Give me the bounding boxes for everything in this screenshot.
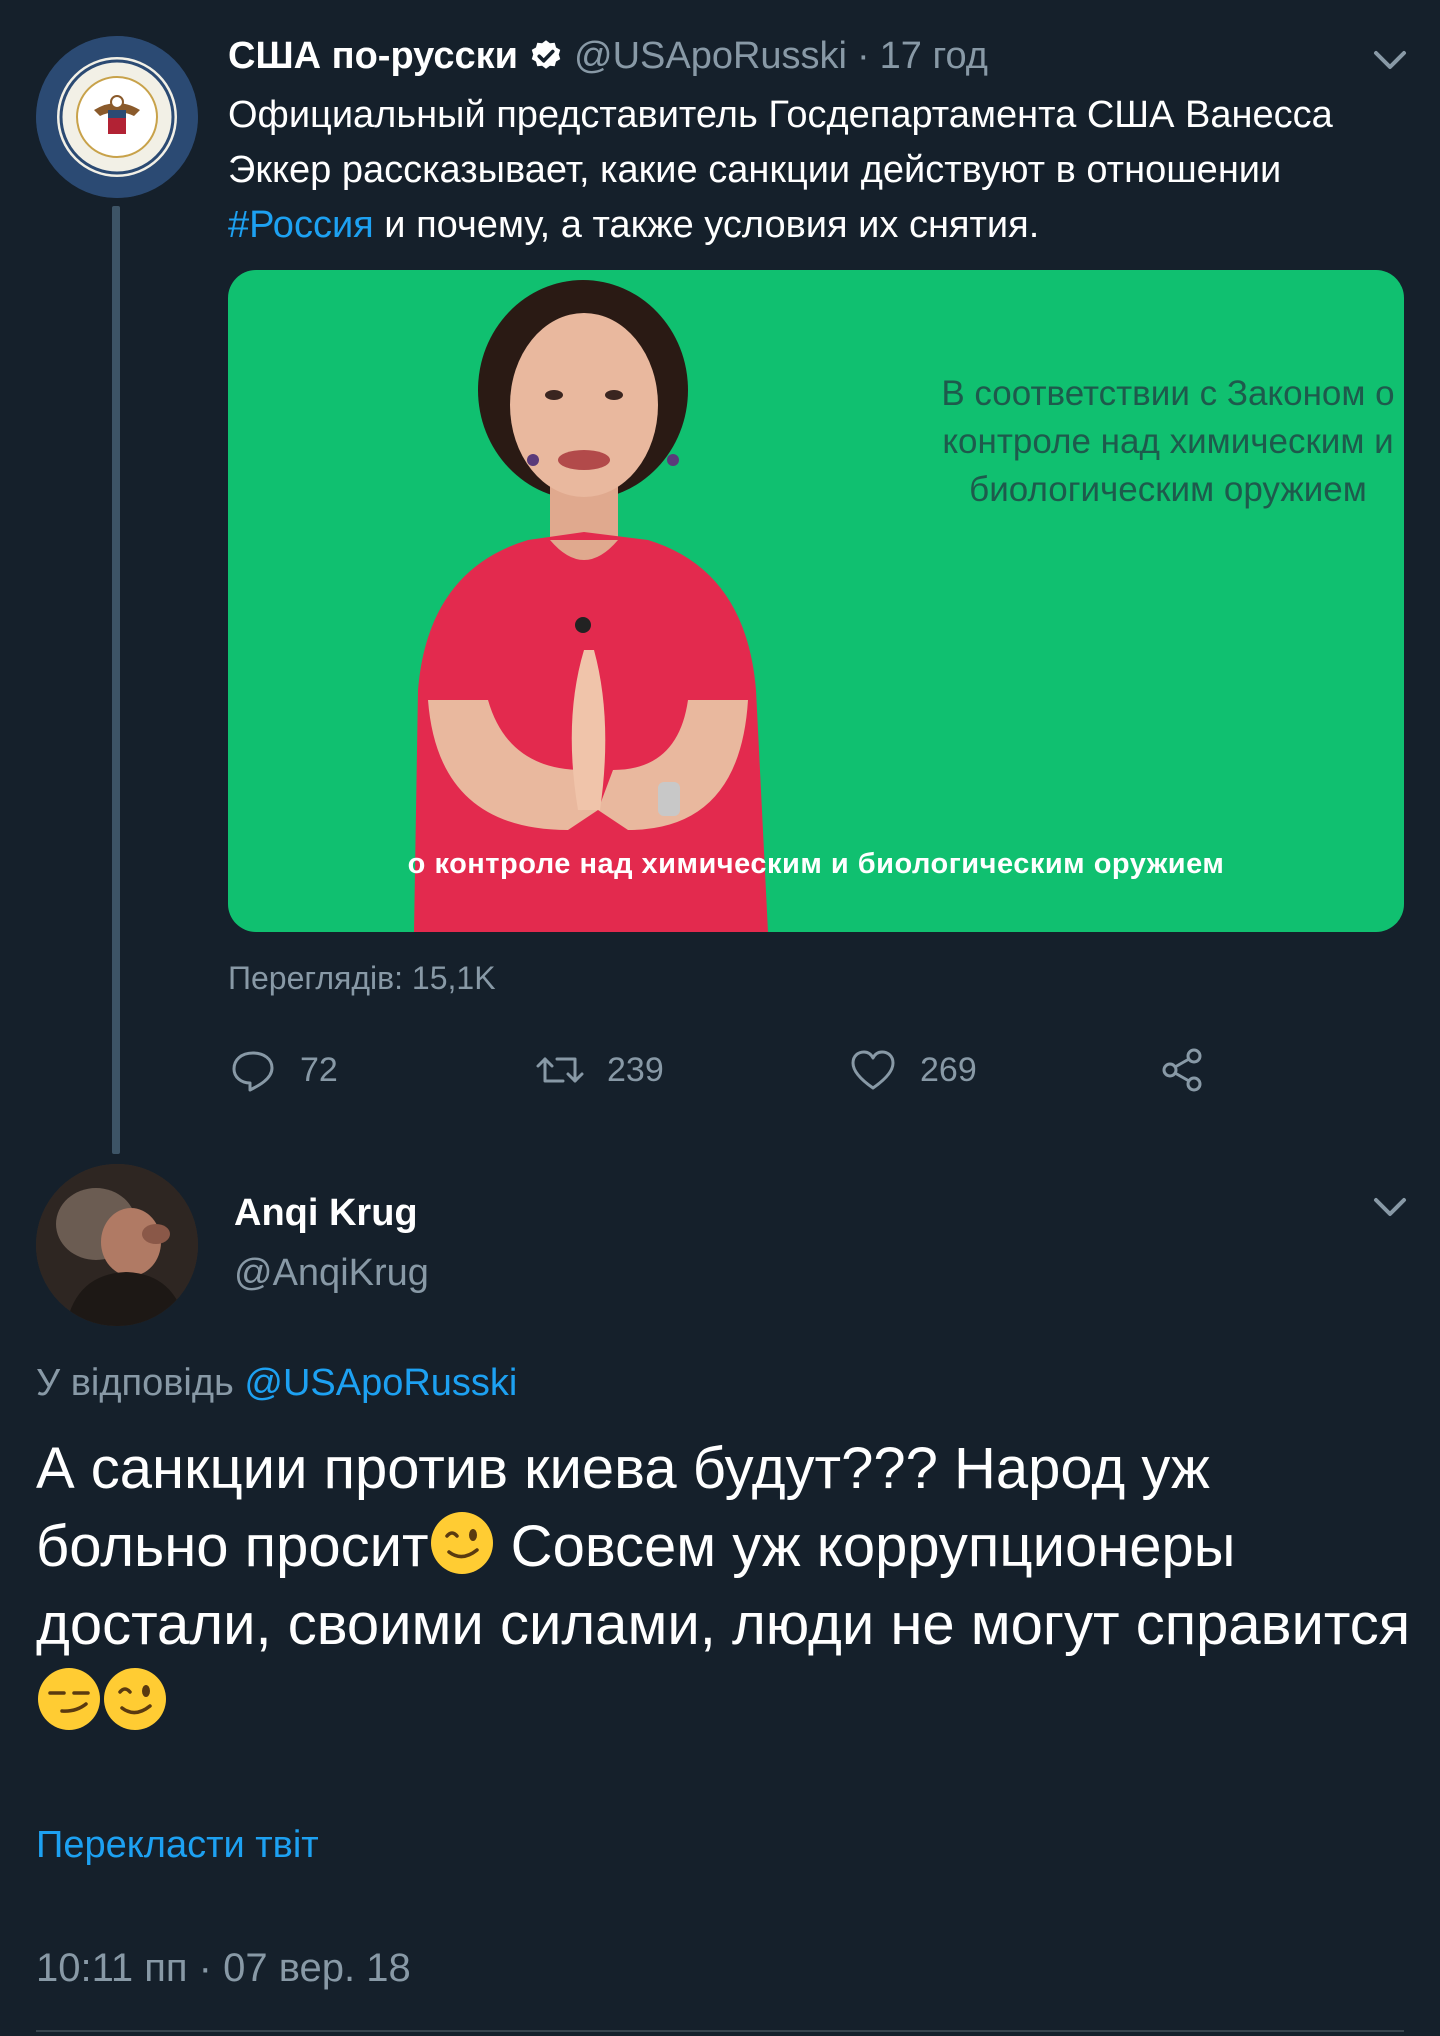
like-icon: [851, 1050, 895, 1090]
share-icon: [1162, 1048, 1202, 1092]
reply-timestamp[interactable]: 10:11 пп · 07 вер. 18: [36, 1946, 411, 1991]
tweet-header: США по-русски @USApoRusski · 17 год: [228, 32, 988, 80]
reply-count: 72: [300, 1050, 338, 1089]
like-button[interactable]: 269: [848, 1040, 977, 1100]
reply-author-handle[interactable]: @AnqiKrug: [234, 1252, 429, 1295]
retweet-icon: [536, 1057, 584, 1083]
reply-author-name[interactable]: Anqi Krug: [234, 1192, 418, 1235]
reply-to-line: У відповідь @USApoRusski: [36, 1362, 517, 1405]
tweet-text-part: и почему, а также условия их снятия.: [373, 204, 1040, 246]
translate-tweet-link[interactable]: Перекласти твіт: [36, 1824, 319, 1867]
video-overlay-text: В соответствии с Законом о контроле над …: [941, 374, 1395, 509]
hashtag-link[interactable]: #Россия: [228, 204, 374, 246]
separator-dot: ·: [857, 34, 870, 77]
reply-text: А санкции против киева будут??? Народ уж…: [36, 1430, 1416, 1742]
tweet-time[interactable]: 17 год: [880, 35, 988, 78]
author-name[interactable]: США по-русски: [228, 35, 518, 78]
reply-to-label: У відповідь: [36, 1362, 234, 1404]
chevron-down-icon[interactable]: [1370, 1192, 1410, 1222]
tweet-video[interactable]: В соответствии с Законом о контроле над …: [228, 270, 1404, 932]
smirk-emoji-icon: [38, 1668, 100, 1730]
verified-badge-icon: [531, 40, 561, 69]
state-department-seal-icon: [36, 36, 198, 198]
video-caption: о контроле над химическим и биологически…: [407, 848, 1225, 880]
reply-author-avatar[interactable]: [36, 1164, 198, 1326]
author-handle[interactable]: @USApoRusski: [574, 35, 847, 78]
view-count: Переглядів: 15,1K: [228, 960, 496, 996]
wink-emoji-icon: [104, 1668, 166, 1730]
tweet-text-part: Официальный представитель Госдепартамент…: [228, 94, 1333, 191]
thread-connector-line: [112, 206, 120, 1154]
reply-icon: [232, 1051, 274, 1092]
share-button[interactable]: [1158, 1040, 1230, 1100]
tweet-text: Официальный представитель Госдепартамент…: [228, 88, 1418, 253]
chevron-down-icon[interactable]: [1370, 45, 1410, 75]
reply-button[interactable]: 72: [228, 1040, 338, 1100]
reply-to-handle-link[interactable]: @USApoRusski: [244, 1362, 517, 1404]
retweet-count: 239: [607, 1050, 664, 1089]
retweet-button[interactable]: 239: [535, 1040, 664, 1100]
author-avatar-seal[interactable]: [36, 36, 198, 198]
wink-emoji-icon: [430, 1512, 493, 1574]
like-count: 269: [920, 1050, 977, 1089]
user-photo-icon: [36, 1164, 198, 1326]
divider: [36, 2030, 1404, 2032]
